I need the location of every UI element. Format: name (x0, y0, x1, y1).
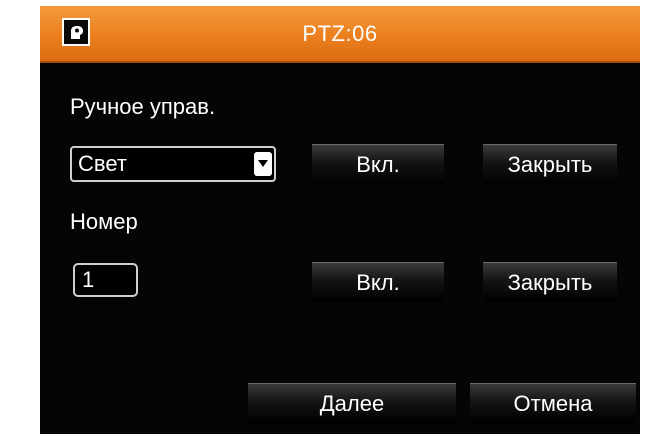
number-close-button[interactable]: Закрыть (483, 262, 617, 302)
number-value: 1 (82, 267, 95, 292)
manual-on-button[interactable]: Вкл. (312, 144, 444, 184)
chevron-down-icon[interactable] (254, 152, 272, 176)
dialog-title: PTZ:06 (302, 21, 378, 46)
manual-control-label: Ручное управ. (70, 94, 216, 119)
manual-control-select[interactable]: Свет (70, 146, 276, 182)
number-on-button[interactable]: Вкл. (312, 262, 444, 302)
cancel-button[interactable]: Отмена (470, 383, 636, 423)
next-button[interactable]: Далее (248, 383, 456, 423)
ptz-dialog: PTZ:06 Ручное управ. Свет Вкл. Закрыть Н… (40, 6, 640, 434)
manual-close-button[interactable]: Закрыть (483, 144, 617, 184)
select-value: Свет (78, 151, 127, 176)
number-label: Номер (70, 209, 138, 234)
title-bar: PTZ:06 (40, 6, 640, 63)
number-input[interactable]: 1 (73, 263, 138, 297)
